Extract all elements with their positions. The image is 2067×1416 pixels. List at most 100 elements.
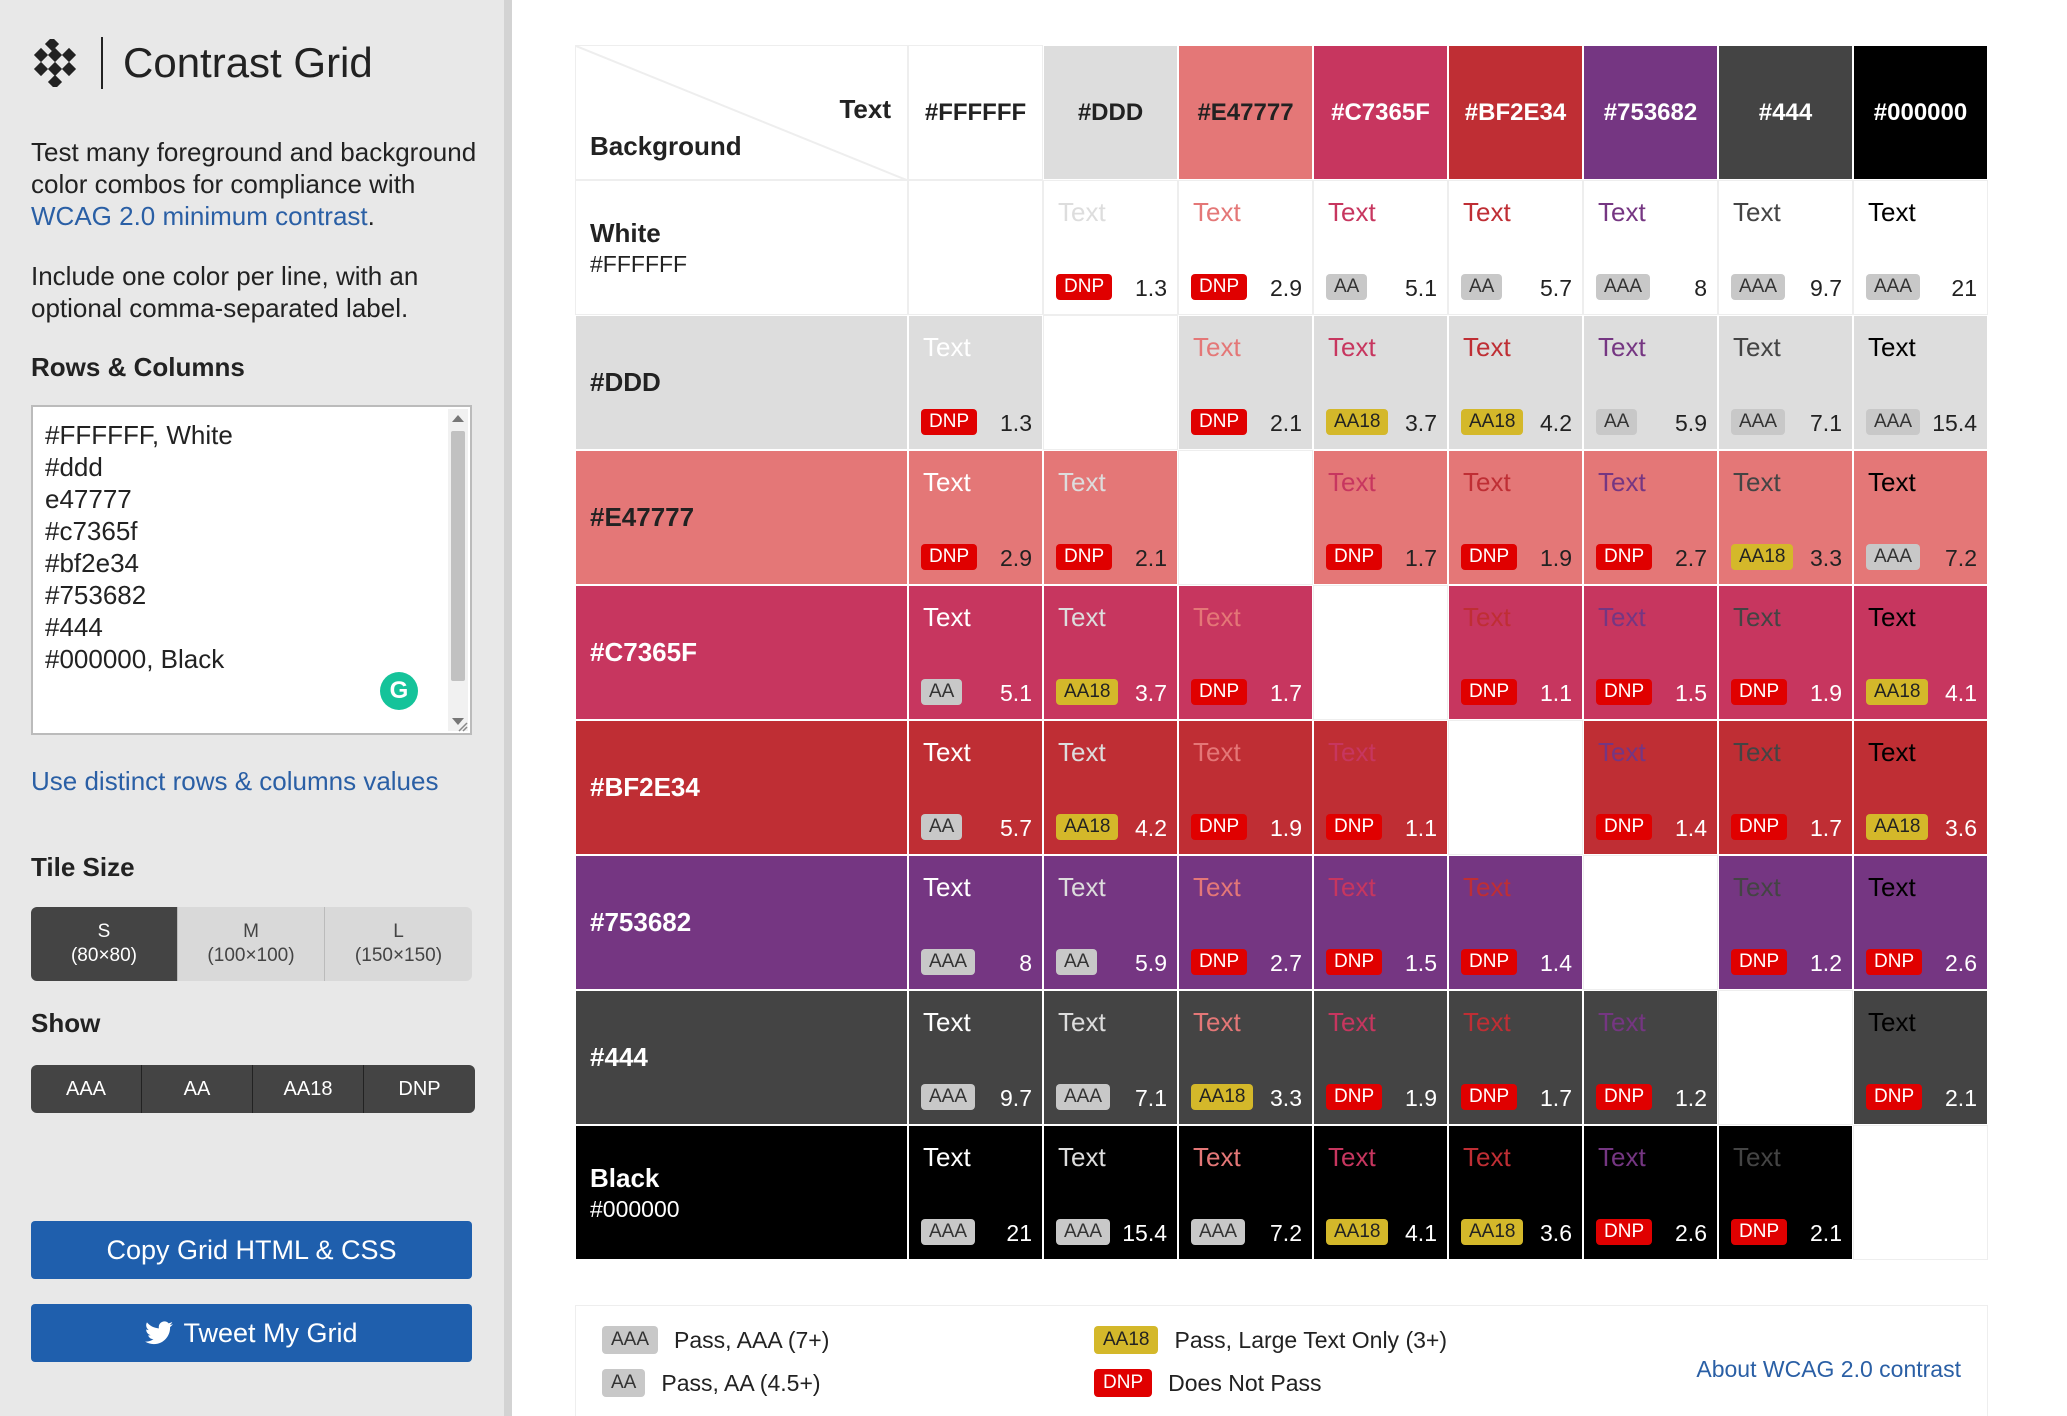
- show-aa18-toggle[interactable]: AA18: [253, 1065, 364, 1113]
- tile-size-dim: (150×150): [354, 945, 443, 966]
- grid-cell: Text DNP 1.5: [1583, 585, 1718, 720]
- contrast-ratio: 5.1: [1000, 680, 1032, 706]
- grid-cell: Text AA 5.1: [1313, 180, 1448, 315]
- grid-cell: Text DNP 1.2: [1718, 855, 1853, 990]
- sample-text: Text: [1328, 1007, 1376, 1037]
- grid-cell: [1448, 720, 1583, 855]
- sample-text: Text: [1733, 332, 1781, 362]
- contrast-badge: AAA: [1866, 409, 1921, 435]
- sample-text: Text: [1058, 1007, 1106, 1037]
- contrast-badge: DNP: [1191, 949, 1248, 975]
- legend-text: Pass, AAA (7+): [674, 1326, 830, 1353]
- contrast-ratio: 5.9: [1675, 410, 1707, 436]
- sample-text: Text: [1868, 467, 1916, 497]
- legend-item-aa18: AA18 Pass, Large Text Only (3+): [1094, 1326, 1447, 1354]
- contrast-badge: AA: [1056, 949, 1098, 975]
- contrast-badge: DNP: [1461, 679, 1518, 705]
- sample-text: Text: [1868, 737, 1916, 767]
- sample-text: Text: [1193, 1007, 1241, 1037]
- corner-background-label: Background: [590, 131, 742, 161]
- grid-cell: Text AA18 4.2: [1043, 720, 1178, 855]
- contrast-ratio: 7.2: [1270, 1220, 1302, 1246]
- contrast-ratio: 2.6: [1675, 1220, 1707, 1246]
- tile-size-medium-button[interactable]: M (100×100): [178, 907, 325, 981]
- distinct-values-link[interactable]: Use distinct rows & columns values: [31, 766, 438, 797]
- scroll-up-arrow-icon[interactable]: [452, 415, 464, 422]
- contrast-badge: AA18: [1326, 1219, 1389, 1245]
- contrast-ratio: 4.1: [1945, 680, 1977, 706]
- sample-text: Text: [1598, 332, 1646, 362]
- wcag-link[interactable]: WCAG 2.0 minimum contrast: [31, 201, 368, 231]
- tile-size-selector: S (80×80) M (100×100) L (150×150): [31, 907, 472, 981]
- grid-cell: [1313, 585, 1448, 720]
- row-header: #444: [575, 990, 908, 1125]
- row-header: #E47777: [575, 450, 908, 585]
- sample-text: Text: [1193, 872, 1241, 902]
- grid-cell: Text AAA 8: [908, 855, 1043, 990]
- contrast-ratio: 1.9: [1810, 680, 1842, 706]
- contrast-ratio: 2.9: [1270, 275, 1302, 301]
- row-hex: #FFFFFF: [590, 250, 688, 277]
- row-name: #E47777: [590, 502, 695, 532]
- row-name: White: [590, 217, 661, 248]
- show-aa-toggle[interactable]: AA: [142, 1065, 253, 1113]
- sample-text: Text: [1733, 737, 1781, 767]
- contrast-badge: DNP: [1731, 814, 1788, 840]
- contrast-ratio: 2.1: [1810, 1220, 1842, 1246]
- legend-item-aa: AA Pass, AA (4.5+): [602, 1369, 821, 1397]
- resize-grip-icon[interactable]: [456, 720, 468, 732]
- copy-grid-button[interactable]: Copy Grid HTML & CSS: [31, 1221, 472, 1279]
- sample-text: Text: [1058, 737, 1106, 767]
- sample-text: Text: [1463, 332, 1511, 362]
- grid-cell: Text DNP 1.7: [1313, 450, 1448, 585]
- grid-cell: Text DNP 1.1: [1313, 720, 1448, 855]
- contrast-badge: DNP: [1056, 274, 1113, 300]
- tile-size-name: M: [243, 921, 259, 942]
- contrast-ratio: 1.3: [1135, 275, 1167, 301]
- row-hex: #000000: [590, 1195, 680, 1222]
- contrast-badge: AA18: [1731, 544, 1794, 570]
- scroll-thumb[interactable]: [451, 431, 465, 681]
- contrast-badge: DNP: [1191, 679, 1248, 705]
- contrast-badge: AAA: [1056, 1219, 1111, 1245]
- contrast-ratio: 3.3: [1810, 545, 1842, 571]
- show-dnp-toggle[interactable]: DNP: [364, 1065, 475, 1113]
- tile-size-label: Tile Size: [31, 852, 135, 882]
- tweet-grid-button[interactable]: Tweet My Grid: [31, 1304, 472, 1362]
- textarea-scrollbar[interactable]: [448, 409, 468, 731]
- grid-cell: Text AAA 9.7: [1718, 180, 1853, 315]
- contrast-badge: DNP: [1731, 679, 1788, 705]
- grid-cell: Text DNP 2.1: [1853, 990, 1988, 1125]
- sample-text: Text: [1058, 467, 1106, 497]
- sample-text: Text: [1193, 332, 1241, 362]
- row-header: #753682: [575, 855, 908, 990]
- contrast-badge: DNP: [1461, 949, 1518, 975]
- sample-text: Text: [1463, 1007, 1511, 1037]
- sample-text: Text: [1868, 602, 1916, 632]
- tile-size-large-button[interactable]: L (150×150): [325, 907, 472, 981]
- contrast-ratio: 9.7: [1810, 275, 1842, 301]
- sample-text: Text: [1598, 1007, 1646, 1037]
- contrast-badge: DNP: [1731, 949, 1788, 975]
- description-text: Test many foreground and background colo…: [31, 137, 477, 199]
- contrast-badge: AAA: [1731, 409, 1786, 435]
- sample-text: Text: [1733, 467, 1781, 497]
- sample-text: Text: [1058, 872, 1106, 902]
- contrast-ratio: 1.7: [1405, 545, 1437, 571]
- contrast-ratio: 4.1: [1405, 1220, 1437, 1246]
- grid-cell: Text DNP 2.1: [1178, 315, 1313, 450]
- tile-size-small-button[interactable]: S (80×80): [31, 907, 178, 981]
- grid-cell: Text DNP 2.6: [1583, 1125, 1718, 1260]
- contrast-ratio: 3.7: [1135, 680, 1167, 706]
- grid-cell: Text AA18 3.6: [1853, 720, 1988, 855]
- grid-corner: Text Background: [575, 45, 909, 181]
- sample-text: Text: [1463, 467, 1511, 497]
- app-header: Contrast Grid: [31, 34, 373, 92]
- contrast-ratio: 3.6: [1945, 815, 1977, 841]
- sample-text: Text: [1598, 737, 1646, 767]
- about-wcag-link[interactable]: About WCAG 2.0 contrast: [1696, 1356, 1961, 1383]
- contrast-ratio: 5.1: [1405, 275, 1437, 301]
- grammarly-icon[interactable]: G: [380, 672, 418, 710]
- show-aaa-toggle[interactable]: AAA: [31, 1065, 142, 1113]
- contrast-badge: AAA: [1191, 1219, 1246, 1245]
